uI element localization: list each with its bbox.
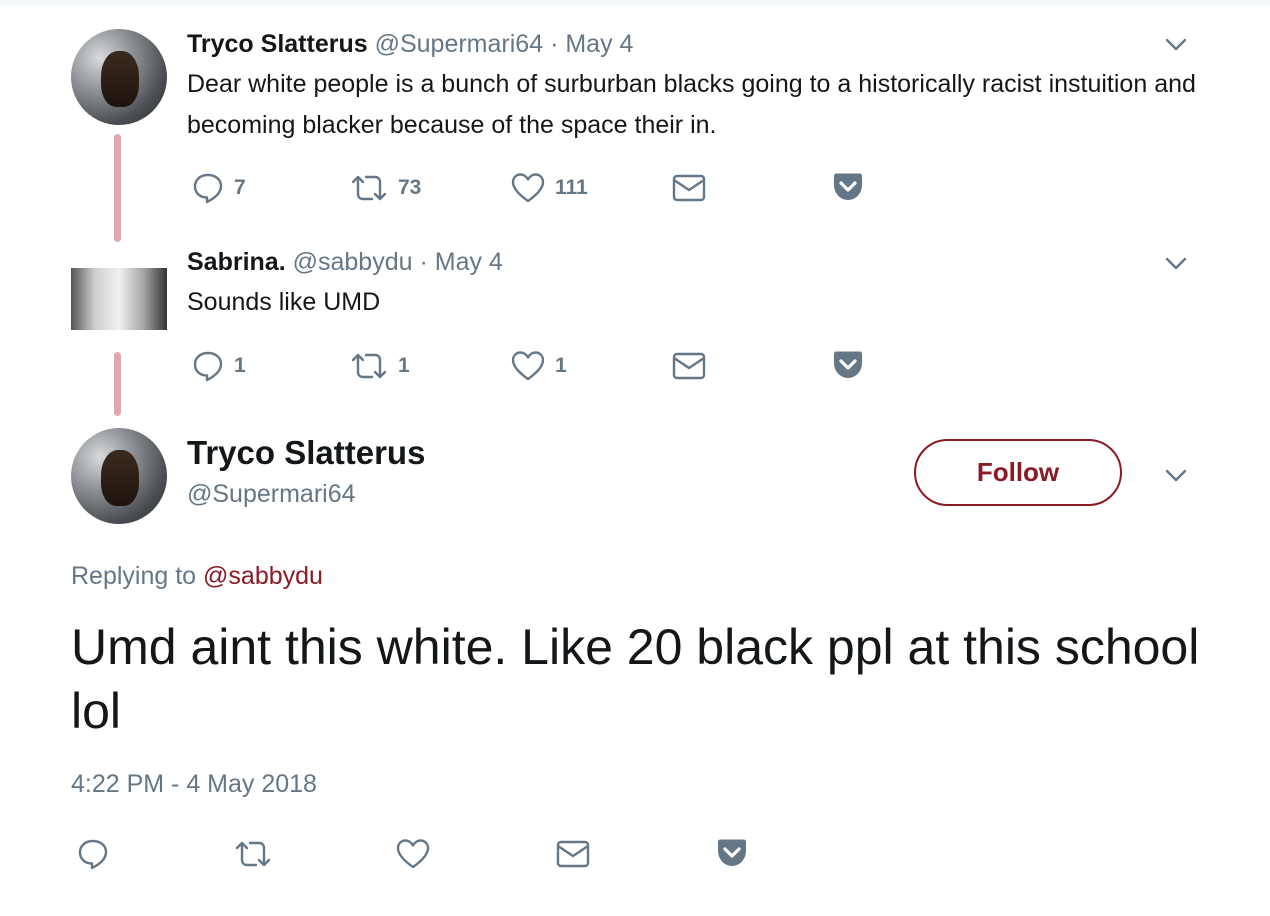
- retweet-count: 1: [398, 354, 410, 377]
- replying-prefix: Replying to: [71, 562, 197, 590]
- pocket-button[interactable]: [832, 172, 864, 202]
- dm-button[interactable]: [672, 352, 706, 380]
- tweet-header: Sabrina. @sabbydu · May 4: [187, 248, 503, 277]
- tweet-date[interactable]: May 4: [435, 248, 503, 276]
- thread-line: [114, 352, 121, 416]
- separator-dot: ·: [419, 248, 428, 276]
- replying-to: Replying to @sabbydu: [71, 562, 323, 591]
- like-button[interactable]: 111: [511, 172, 588, 204]
- tweet-timestamp[interactable]: 4:22 PM - 4 May 2018: [71, 770, 317, 799]
- reply-count: 1: [234, 354, 246, 377]
- author-name[interactable]: Sabrina.: [187, 248, 286, 276]
- reply-icon: [193, 351, 223, 382]
- top-border: [0, 0, 1270, 6]
- pocket-icon: [718, 839, 746, 866]
- author-name[interactable]: Tryco Slatterus: [187, 434, 425, 472]
- retweet-icon: [351, 175, 387, 201]
- pocket-icon: [834, 173, 862, 200]
- pocket-button[interactable]: [716, 838, 748, 868]
- reply-button[interactable]: 1: [192, 350, 246, 382]
- like-count: 111: [555, 176, 588, 199]
- tweet-date[interactable]: May 4: [565, 30, 633, 58]
- author-handle[interactable]: @Supermari64: [375, 30, 544, 58]
- author-name[interactable]: Tryco Slatterus: [187, 30, 368, 58]
- dm-icon: [556, 840, 590, 868]
- reply-button[interactable]: 7: [192, 172, 246, 204]
- chevron-down-icon[interactable]: [1164, 251, 1188, 275]
- thread-line: [114, 134, 121, 242]
- dm-icon: [672, 352, 706, 380]
- author-handle[interactable]: @sabbydu: [293, 248, 413, 276]
- retweet-count: 73: [398, 176, 422, 199]
- tweet-text: Dear white people is a bunch of surburba…: [187, 70, 1196, 139]
- avatar[interactable]: [71, 29, 167, 125]
- retweet-icon: [235, 841, 271, 867]
- mention-link[interactable]: @sabbydu: [203, 562, 323, 590]
- retweet-button[interactable]: 1: [350, 350, 410, 382]
- reply-icon: [193, 173, 223, 204]
- main-tweet-text: Umd aint this white. Like 20 black ppl a…: [71, 619, 1200, 739]
- like-count: 1: [555, 354, 567, 377]
- separator-dot: ·: [550, 30, 559, 58]
- like-button[interactable]: 1: [511, 350, 567, 382]
- retweet-button[interactable]: [234, 838, 272, 870]
- pocket-icon: [834, 351, 862, 378]
- retweet-button[interactable]: 73: [350, 172, 421, 204]
- chevron-down-icon[interactable]: [1164, 32, 1188, 56]
- reply-button[interactable]: [77, 838, 109, 870]
- dm-button[interactable]: [556, 840, 590, 868]
- reply-count: 7: [234, 176, 246, 199]
- avatar[interactable]: [71, 428, 167, 524]
- tweet-text: Sounds like UMD: [187, 288, 381, 316]
- dm-icon: [672, 174, 706, 202]
- like-icon: [511, 173, 545, 203]
- like-icon: [396, 839, 430, 869]
- follow-button[interactable]: Follow: [914, 439, 1122, 506]
- retweet-icon: [351, 353, 387, 379]
- reply-icon: [78, 839, 108, 870]
- like-button[interactable]: [396, 838, 430, 870]
- pocket-button[interactable]: [832, 350, 864, 380]
- author-handle[interactable]: @Supermari64: [187, 480, 356, 509]
- avatar[interactable]: [71, 268, 167, 330]
- dm-button[interactable]: [672, 174, 706, 202]
- tweet-header: Tryco Slatterus @Supermari64 · May 4: [187, 30, 633, 59]
- like-icon: [511, 351, 545, 381]
- chevron-down-icon[interactable]: [1164, 463, 1188, 487]
